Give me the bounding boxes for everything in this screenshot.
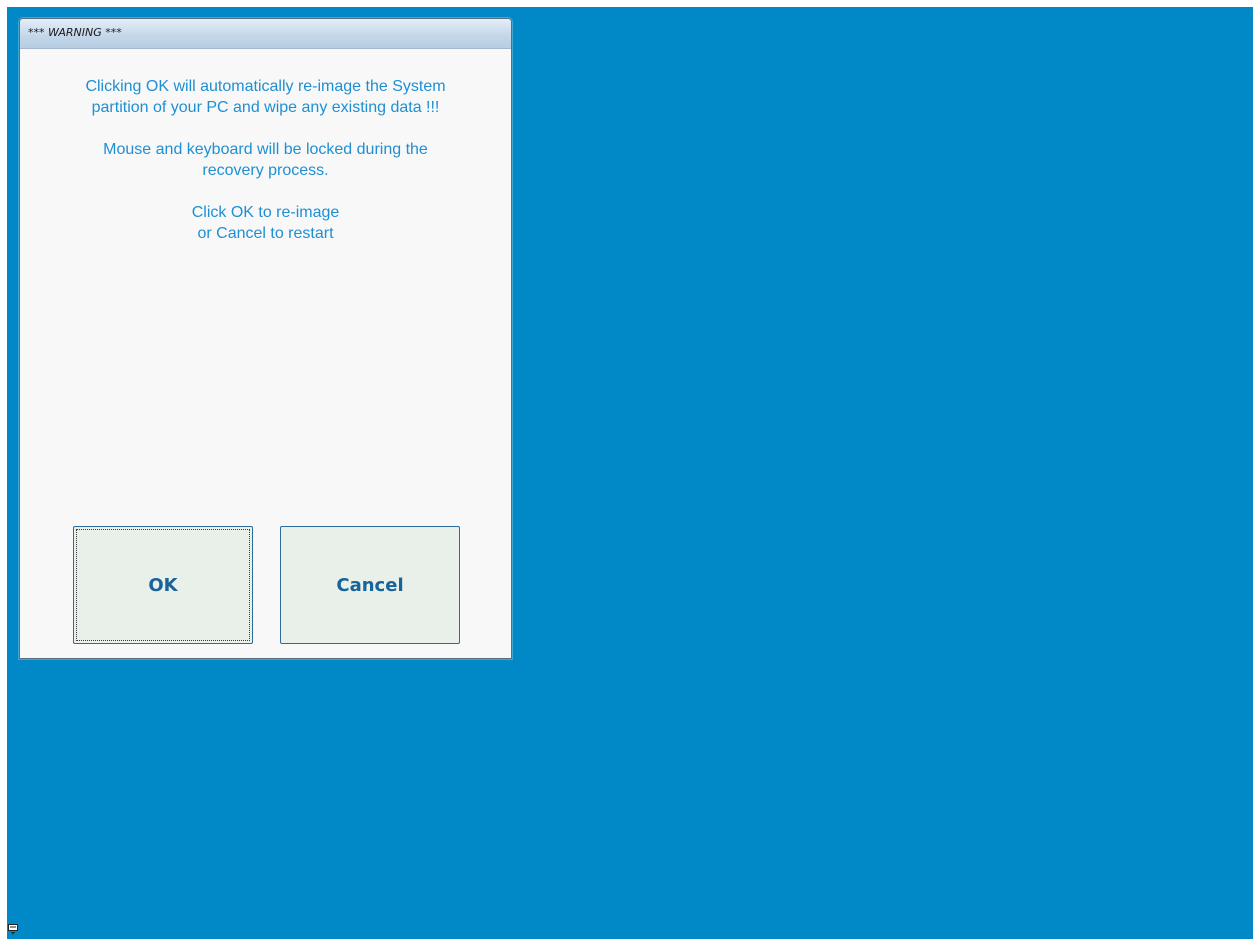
warning-message: Clicking OK will automatically re-image … xyxy=(20,76,511,265)
message-paragraph-lock: Mouse and keyboard will be locked during… xyxy=(20,139,511,181)
warning-dialog: *** WARNING *** Clicking OK will automat… xyxy=(19,18,512,659)
message-line: Clicking OK will automatically re-image … xyxy=(85,78,446,95)
message-line: Mouse and keyboard will be locked during… xyxy=(103,141,428,158)
message-line: recovery process. xyxy=(202,162,329,179)
cancel-button[interactable]: Cancel xyxy=(280,526,460,644)
message-paragraph-reimage: Clicking OK will automatically re-image … xyxy=(20,76,511,118)
message-line: partition of your PC and wipe any existi… xyxy=(91,99,440,116)
keyboard-icon[interactable] xyxy=(8,924,18,935)
ok-button[interactable]: OK xyxy=(73,526,253,644)
message-line: or Cancel to restart xyxy=(197,225,334,242)
dialog-title: *** WARNING *** xyxy=(20,19,511,49)
cancel-button-label: Cancel xyxy=(336,574,404,596)
message-line: Click OK to re-image xyxy=(191,204,340,221)
message-paragraph-instructions: Click OK to re-image or Cancel to restar… xyxy=(20,202,511,244)
ok-button-label: OK xyxy=(148,574,178,596)
